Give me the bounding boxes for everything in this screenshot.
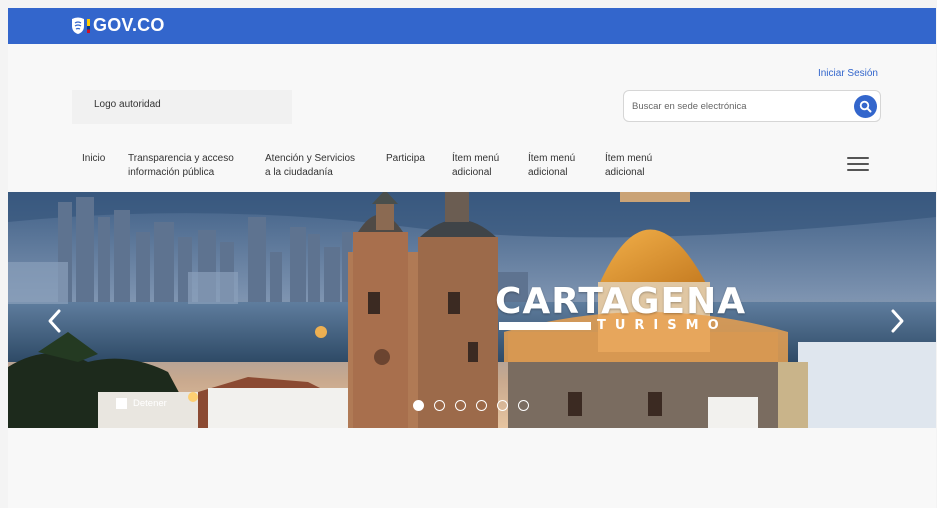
slide-subtitle-bar — [499, 321, 591, 330]
hero-carousel: CARTAGENA TURISMO Detener — [8, 192, 936, 428]
nav-item-adicional-1[interactable]: Ítem menú adicional — [452, 152, 499, 180]
chevron-right-icon[interactable] — [886, 306, 908, 336]
authority-logo[interactable]: Logo autoridad — [72, 90, 292, 124]
site-header: Iniciar Sesión Logo autoridad — [8, 44, 936, 140]
nav-item-atencion[interactable]: Atención y Servicios a la ciudadanía — [265, 152, 355, 180]
page: GOV.CO Iniciar Sesión Logo autoridad Ini… — [8, 8, 936, 508]
gov-co-logo[interactable]: GOV.CO — [70, 15, 165, 36]
nav-item-adicional-2[interactable]: Ítem menú adicional — [528, 152, 575, 180]
nav-item-adicional-3[interactable]: Ítem menú adicional — [605, 152, 652, 180]
search-input[interactable] — [632, 97, 842, 115]
cartagena-slide-image — [8, 192, 936, 428]
search-box — [623, 90, 881, 122]
carousel-dot-4[interactable] — [476, 400, 487, 411]
nav-item-transparencia[interactable]: Transparencia y acceso información públi… — [128, 152, 234, 180]
carousel-indicators — [413, 400, 539, 411]
gov-topbar: GOV.CO — [8, 8, 936, 44]
search-icon — [859, 100, 872, 113]
nav-item-inicio[interactable]: Inicio — [82, 152, 105, 166]
colombia-shield-icon — [72, 17, 84, 34]
stop-carousel-button[interactable]: Detener — [116, 398, 167, 409]
stop-icon — [116, 398, 127, 409]
hamburger-icon[interactable] — [847, 157, 869, 173]
carousel-dot-3[interactable] — [455, 400, 466, 411]
cartagena-turismo-logo: CARTAGENA TURISMO — [495, 281, 747, 334]
carousel-dot-2[interactable] — [434, 400, 445, 411]
carousel-dot-1[interactable] — [413, 400, 424, 411]
page-content-area — [8, 428, 936, 508]
colombia-flag-icon — [87, 18, 90, 33]
carousel-dot-5[interactable] — [497, 400, 508, 411]
stop-label: Detener — [133, 398, 167, 409]
slide-subtitle: TURISMO — [597, 318, 728, 333]
login-link[interactable]: Iniciar Sesión — [818, 68, 878, 79]
chevron-left-icon[interactable] — [44, 306, 66, 336]
gov-co-text: GOV.CO — [93, 15, 165, 35]
search-button[interactable] — [854, 95, 877, 118]
nav-item-participa[interactable]: Participa — [386, 152, 425, 166]
slide-title: CARTAGENA — [495, 281, 747, 322]
main-navigation: Inicio Transparencia y acceso informació… — [8, 140, 936, 192]
carousel-dot-6[interactable] — [518, 400, 529, 411]
